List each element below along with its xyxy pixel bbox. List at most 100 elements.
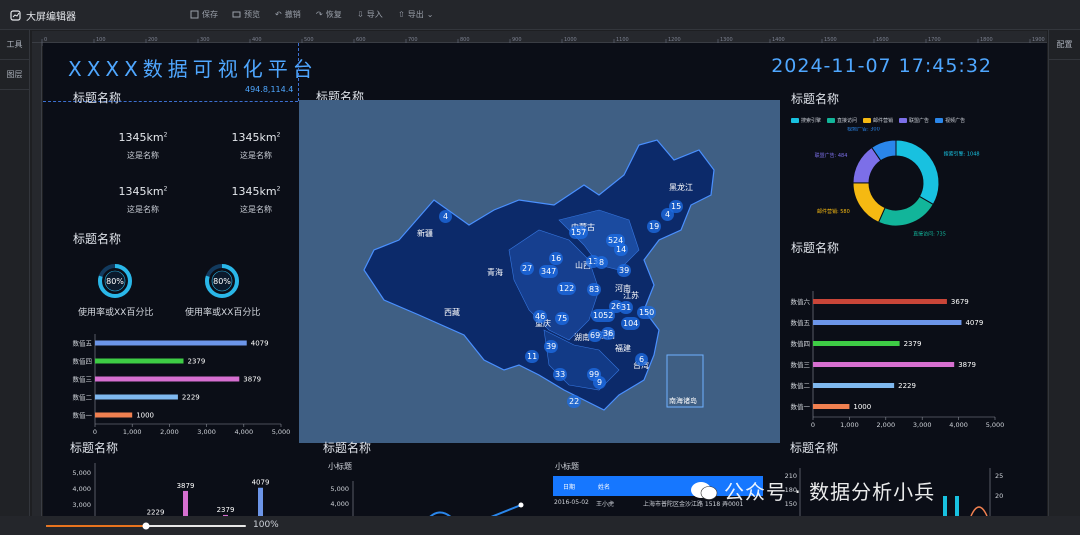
category-label: 数值四 bbox=[791, 339, 811, 348]
bar-value-label: 4079 bbox=[965, 319, 983, 327]
map-marker[interactable]: 1052 bbox=[591, 309, 616, 322]
bar[interactable] bbox=[813, 299, 947, 304]
preview-button[interactable]: 预览 bbox=[232, 9, 260, 20]
zoom-slider[interactable] bbox=[46, 521, 251, 531]
category-label: 数值六 bbox=[791, 297, 811, 306]
category-label: 数值五 bbox=[791, 318, 811, 327]
map-marker[interactable]: 9 bbox=[593, 376, 606, 389]
redo-button[interactable]: ↷ 恢复 bbox=[316, 9, 342, 20]
y-tick-label: 3,000 bbox=[72, 501, 91, 509]
map-marker[interactable]: 11 bbox=[525, 350, 540, 363]
bar[interactable] bbox=[95, 376, 240, 382]
map-marker[interactable]: 36 bbox=[601, 327, 616, 340]
sidebar-tab-layers[interactable]: 图层 bbox=[0, 60, 29, 90]
redo-label: 恢复 bbox=[325, 10, 342, 19]
bar[interactable] bbox=[95, 358, 184, 364]
stat-card[interactable]: 1345km2 这是名称 bbox=[98, 185, 188, 215]
map-marker[interactable]: 33 bbox=[553, 368, 568, 381]
map-marker[interactable]: 14 bbox=[614, 243, 629, 256]
bar[interactable] bbox=[955, 496, 959, 516]
map-marker[interactable]: 31 bbox=[619, 301, 634, 314]
line-series[interactable] bbox=[481, 504, 522, 516]
legend-item[interactable]: 视频广告 bbox=[935, 117, 965, 124]
map-marker[interactable]: 104 bbox=[621, 317, 641, 330]
map-marker[interactable]: 122 bbox=[557, 282, 577, 295]
usage-gauge: 80% bbox=[98, 264, 132, 298]
map-marker[interactable]: 75 bbox=[555, 312, 570, 325]
map-marker[interactable]: 4 bbox=[661, 208, 674, 221]
usage-gauge: 80% bbox=[205, 264, 239, 298]
map-marker[interactable]: 4 bbox=[439, 210, 452, 223]
stat-value: 1345km2 bbox=[118, 185, 168, 198]
bar[interactable] bbox=[813, 320, 962, 325]
bar-value-label: 4079 bbox=[251, 340, 269, 348]
bar[interactable] bbox=[95, 412, 133, 418]
x-tick-label: 1,000 bbox=[123, 428, 142, 436]
zoom-handle[interactable] bbox=[142, 522, 150, 530]
save-button[interactable]: 保存 bbox=[190, 9, 218, 20]
bar[interactable] bbox=[258, 487, 263, 516]
map-marker[interactable]: 39 bbox=[617, 264, 632, 277]
line-series[interactable] bbox=[970, 506, 988, 516]
table-header-name: 姓名 bbox=[598, 484, 611, 491]
stat-card[interactable]: 1345km2 这是名称 bbox=[98, 131, 188, 161]
pie-slice[interactable] bbox=[852, 182, 886, 223]
map-label: 福建 bbox=[615, 344, 631, 353]
bar-value-label: 2229 bbox=[147, 508, 165, 516]
map-marker[interactable]: 83 bbox=[587, 283, 602, 296]
bar[interactable] bbox=[813, 341, 900, 346]
legend-item[interactable]: 联盟广告 bbox=[899, 117, 929, 124]
import-button[interactable]: ⇩ 导入 bbox=[357, 9, 383, 20]
map-marker[interactable]: 6 bbox=[635, 353, 648, 366]
map-marker[interactable]: 46 bbox=[533, 310, 548, 323]
legend-item[interactable]: 邮件营销 bbox=[863, 117, 893, 124]
preview-icon bbox=[232, 11, 241, 18]
map-marker[interactable]: 347 bbox=[539, 265, 559, 278]
category-label: 数值一 bbox=[791, 402, 811, 411]
left-bar-chart: 0 1,000 2,000 3,000 4,000 5,000 数值一 1000 数值二 2229… bbox=[73, 334, 290, 436]
china-map[interactable]: 新疆 青海 西藏 黑龙江 内蒙古 山西 河南 江苏 重庆 湖南 江西 福建 台湾… bbox=[299, 100, 780, 443]
legend-item[interactable]: 直接访问 bbox=[827, 117, 857, 124]
bar[interactable] bbox=[943, 496, 947, 516]
sidebar-tab-tools[interactable]: 工具 bbox=[0, 30, 29, 60]
preview-label: 预览 bbox=[244, 10, 260, 19]
gauge-value: 80% bbox=[106, 277, 124, 286]
top-toolbar: 大屏编辑器 保存 预览 ↶ 撤销 ↷ 恢复 ⇩ 导入 ⇧ 导出 ⌄ bbox=[0, 0, 1080, 30]
bar[interactable] bbox=[813, 383, 895, 388]
map-marker[interactable]: 157 bbox=[569, 226, 589, 239]
bar[interactable] bbox=[95, 394, 178, 400]
map-marker[interactable]: 150 bbox=[637, 306, 657, 319]
x-tick-label: 0 bbox=[93, 428, 97, 436]
undo-button[interactable]: ↶ 撤销 bbox=[275, 9, 301, 20]
bar[interactable] bbox=[183, 490, 188, 516]
pie-label: 搜索引擎: 1048 bbox=[944, 150, 980, 157]
map-marker[interactable]: 8 bbox=[595, 256, 608, 269]
gauge-value: 80% bbox=[213, 277, 231, 286]
sidebar-tab-config[interactable]: 配置 bbox=[1049, 30, 1080, 60]
bar[interactable] bbox=[95, 340, 247, 346]
export-button[interactable]: ⇧ 导出 ⌄ bbox=[398, 9, 433, 20]
stat-card[interactable]: 1345km2 这是名称 bbox=[211, 185, 301, 215]
stat-label: 这是名称 bbox=[127, 151, 159, 160]
zoom-bar: 100% bbox=[0, 516, 1080, 535]
map-marker[interactable]: 39 bbox=[544, 340, 559, 353]
map-marker[interactable]: 16 bbox=[549, 252, 564, 265]
legend-item[interactable]: 搜索引擎 bbox=[791, 117, 821, 124]
pie-slice[interactable] bbox=[895, 139, 940, 206]
stat-card[interactable]: 1345km2 这是名称 bbox=[211, 131, 301, 161]
import-icon: ⇩ bbox=[357, 10, 364, 19]
coordinate-readout: 494.8,114.4 bbox=[245, 85, 294, 94]
bar-value-label: 3679 bbox=[951, 298, 969, 306]
pie-slice[interactable] bbox=[877, 195, 934, 227]
bar[interactable] bbox=[813, 404, 850, 409]
subtitle: 小标题 bbox=[328, 462, 352, 471]
zoom-level: 100% bbox=[253, 520, 279, 530]
map-marker[interactable]: 27 bbox=[520, 262, 535, 275]
pie-label: 直接访问: 735 bbox=[913, 230, 946, 237]
bar[interactable] bbox=[813, 362, 955, 367]
map-marker[interactable]: 69 bbox=[588, 329, 603, 342]
map-marker[interactable]: 22 bbox=[567, 395, 582, 408]
line-point[interactable] bbox=[518, 502, 524, 508]
map-marker[interactable]: 19 bbox=[647, 220, 662, 233]
dashboard-canvas[interactable]: XXXX数据可视化平台 2024-11-07 17:45:32 494.8,11… bbox=[43, 43, 1047, 516]
